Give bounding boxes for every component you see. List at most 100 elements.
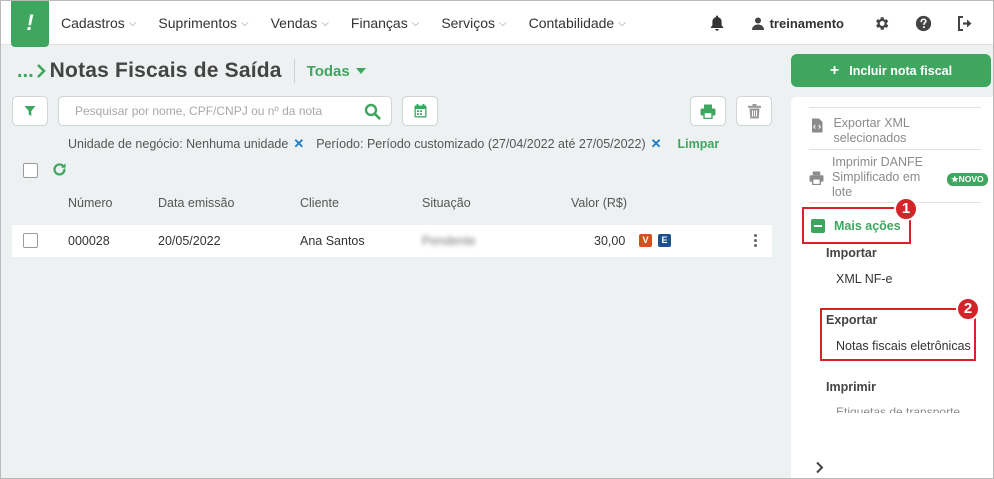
filter-chip-periodo: Período: Período customizado (27/04/2022… [316, 136, 661, 152]
search-icon[interactable] [364, 103, 381, 120]
callout-2: 2 [956, 297, 980, 321]
cell-situacao: Pendente [422, 234, 476, 248]
cell-valor: 30,00 [594, 234, 626, 248]
callout-1: 1 [894, 197, 918, 221]
username: treinamento [769, 15, 844, 31]
status-filter-label: Todas [306, 62, 350, 80]
export-xml-label: Exportar XML selecionados [833, 116, 910, 145]
menu-label: Cadastros [61, 15, 125, 31]
chevron-right-icon [36, 64, 46, 78]
add-invoice-button[interactable]: + Incluir nota fiscal [791, 54, 991, 87]
filter-button[interactable] [12, 96, 48, 126]
print-danfe-label: Imprimir DANFE Simplificado em lote [832, 155, 923, 199]
status-filter-dropdown[interactable]: Todas [307, 63, 366, 80]
plus-icon: + [829, 61, 840, 79]
app-logo[interactable]: ! [11, 1, 49, 47]
chevron-right-icon[interactable] [815, 461, 824, 474]
printer-icon [700, 104, 716, 119]
cell-numero: 000028 [68, 234, 110, 248]
funnel-icon [24, 106, 36, 116]
logo-mark: ! [26, 10, 34, 35]
menu-label: Finanças [350, 15, 408, 31]
trash-icon [747, 103, 761, 118]
bell-icon[interactable] [707, 13, 727, 33]
section-print-title: Imprimir [826, 380, 877, 394]
print-labels-link[interactable]: Etiquetas de transporte [836, 405, 960, 413]
page-header: ... Notas Fiscais de Saída Todas [17, 59, 366, 83]
new-badge: ★NOVO [947, 173, 988, 186]
menu-cadastros[interactable]: Cadastros ⌵ [61, 15, 136, 31]
help-icon[interactable] [913, 13, 933, 33]
printer-icon [809, 155, 824, 200]
calendar-icon [414, 104, 426, 118]
more-actions-label: Mais ações [834, 218, 901, 233]
menu-label: Contabilidade [528, 15, 615, 31]
menu-financas[interactable]: Finanças ⌵ [351, 15, 419, 31]
import-xml-nfe[interactable]: XML NF-e [836, 272, 893, 286]
section-export-title: Exportar [826, 313, 878, 327]
divider [809, 149, 981, 150]
menu-servicos[interactable]: Serviços ⌵ [441, 15, 506, 31]
date-range-button[interactable] [402, 96, 438, 126]
top-actions: treinamento [696, 1, 993, 45]
user-menu[interactable]: treinamento [751, 15, 844, 31]
print-button[interactable] [690, 96, 726, 126]
top-navbar: ! Cadastros ⌵ Suprimentos ⌵ Vendas ⌵ Finanç… [1, 1, 993, 47]
main-menu: Cadastros ⌵ Suprimentos ⌵ Vendas ⌵ Finanças… [61, 1, 648, 45]
caret-down-icon [355, 68, 366, 74]
page-title: Notas Fiscais de Saída [49, 59, 282, 82]
print-danfe-batch[interactable]: Imprimir DANFE Simplificado em lote [809, 155, 939, 200]
table-row[interactable]: 000028 20/05/2022 Ana Santos Pendente 30… [12, 225, 772, 257]
chevron-down-icon: ⌵ [321, 17, 329, 29]
row-checkbox[interactable] [23, 233, 38, 248]
export-xml-selected[interactable]: Exportar XML selecionados [809, 116, 959, 146]
filter-chip-label: Período: Período customizado (27/04/2022… [316, 137, 646, 151]
table-header: Número Data emissão Cliente Situação Val… [12, 196, 772, 214]
collapse-icon [811, 218, 825, 233]
column-valor[interactable]: Valor (R$) [571, 196, 627, 210]
chevron-down-icon: ⌵ [618, 17, 626, 29]
menu-label: Vendas [270, 15, 318, 31]
active-filters: Unidade de negócio: Nenhuma unidade ✕ Pe… [68, 136, 719, 152]
column-data-emissao[interactable]: Data emissão [158, 196, 234, 210]
badge-v: V [639, 234, 652, 247]
section-import-title: Importar [826, 246, 877, 260]
chevron-down-icon: ⌵ [411, 17, 420, 29]
menu-vendas[interactable]: Vendas ⌵ [271, 15, 329, 31]
column-situacao[interactable]: Situação [422, 196, 471, 210]
select-all-checkbox[interactable] [23, 163, 38, 178]
export-nfe-link[interactable]: Notas fiscais eletrônicas [836, 339, 971, 353]
chevron-down-icon: ⌵ [499, 17, 507, 29]
remove-filter-icon[interactable]: ✕ [293, 136, 304, 152]
filter-chip-label: Unidade de negócio: Nenhuma unidade [68, 137, 289, 151]
title-divider [293, 59, 295, 83]
refresh-icon[interactable] [52, 162, 67, 177]
gear-icon[interactable] [871, 13, 891, 33]
clear-filters-link[interactable]: Limpar [678, 137, 720, 151]
cell-data-emissao: 20/05/2022 [158, 234, 221, 248]
search-box [58, 96, 392, 126]
divider [809, 107, 981, 108]
menu-suprimentos[interactable]: Suprimentos ⌵ [158, 15, 248, 31]
column-numero[interactable]: Número [68, 196, 112, 210]
app-window: ! Cadastros ⌵ Suprimentos ⌵ Vendas ⌵ Finanç… [0, 0, 994, 479]
add-invoice-label: Incluir nota fiscal [849, 63, 953, 78]
column-cliente[interactable]: Cliente [300, 196, 339, 210]
actions-panel: Exportar XML selecionados Imprimir DANFE… [791, 97, 993, 478]
menu-label: Suprimentos [158, 15, 237, 31]
badge-e: E [658, 234, 671, 247]
breadcrumb[interactable]: ... [17, 60, 34, 83]
user-icon [751, 17, 764, 30]
menu-label: Serviços [441, 15, 495, 31]
chevron-down-icon: ⌵ [241, 17, 249, 29]
cell-cliente: Ana Santos [300, 234, 365, 248]
row-menu-icon[interactable] [752, 234, 758, 248]
logout-icon[interactable] [955, 13, 975, 33]
menu-contabilidade[interactable]: Contabilidade ⌵ [529, 15, 626, 31]
filter-chip-unidade: Unidade de negócio: Nenhuma unidade ✕ [68, 136, 304, 152]
xml-file-icon [809, 116, 825, 146]
remove-filter-icon[interactable]: ✕ [651, 136, 662, 152]
search-input[interactable] [59, 97, 349, 125]
delete-button[interactable] [736, 96, 772, 126]
chevron-down-icon: ⌵ [128, 17, 137, 29]
